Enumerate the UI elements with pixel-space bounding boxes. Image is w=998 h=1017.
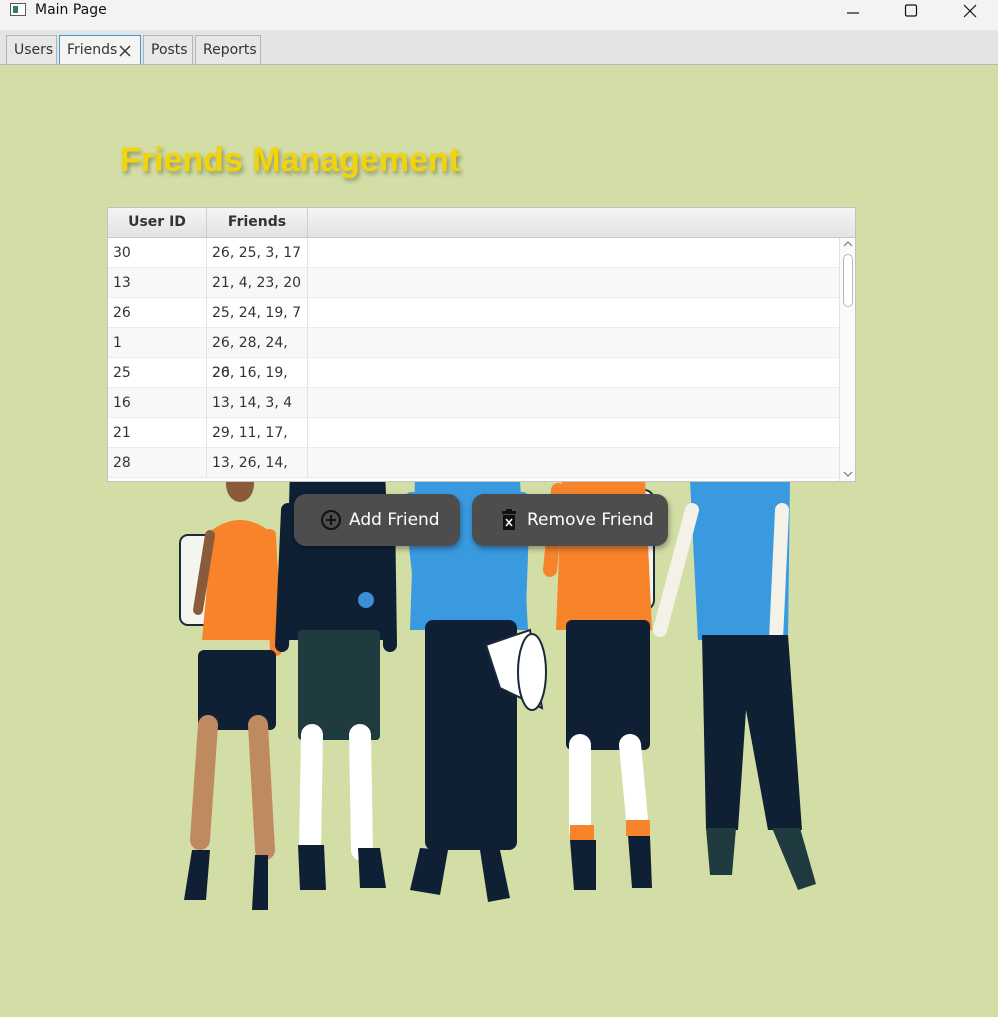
cell-friends: 13, 26, 14, 19 xyxy=(207,448,308,478)
person-figure xyxy=(653,480,816,890)
table-row[interactable]: 25 26, 16, 19, 10 xyxy=(108,358,839,411)
cell-friends: 26, 16, 19, 10 xyxy=(207,358,308,411)
cell-user-id: 26 xyxy=(108,298,207,328)
column-header-friends[interactable]: Friends xyxy=(207,208,308,237)
remove-friend-label: Remove Friend xyxy=(527,510,654,530)
table-row[interactable]: 30 26, 25, 3, 17 xyxy=(108,238,839,268)
close-icon xyxy=(963,4,977,18)
table-row[interactable]: 21 29, 11, 17, 22 xyxy=(108,418,839,471)
friends-table: User ID Friends 30 26, 25, 3, 17 13 21, … xyxy=(107,207,856,482)
table-row[interactable]: 16 13, 14, 3, 4 xyxy=(108,388,839,418)
cell-user-id: 28 xyxy=(108,448,207,478)
tab-reports[interactable]: Reports xyxy=(195,35,261,64)
app-icon xyxy=(10,3,26,16)
chevron-down-icon[interactable] xyxy=(843,470,853,478)
cell-user-id: 13 xyxy=(108,268,207,298)
tab-label: Users xyxy=(14,42,54,58)
cell-user-id: 30 xyxy=(108,238,207,268)
cell-user-id: 1 xyxy=(108,328,207,358)
maximize-button[interactable] xyxy=(888,0,934,30)
person-figure xyxy=(179,470,282,910)
tab-close-icon[interactable] xyxy=(119,45,131,57)
cell-friends: 26, 25, 3, 17 xyxy=(207,238,308,268)
plus-circle-icon xyxy=(321,510,341,530)
table-row[interactable]: 13 21, 4, 23, 20 xyxy=(108,268,839,298)
tab-friends[interactable]: Friends xyxy=(59,35,141,64)
tab-posts[interactable]: Posts xyxy=(143,35,193,64)
cell-friends: 21, 4, 23, 20 xyxy=(207,268,308,298)
cell-friends: 25, 24, 19, 7 xyxy=(207,298,308,328)
remove-friend-button[interactable]: Remove Friend xyxy=(472,494,668,546)
minimize-button[interactable] xyxy=(830,0,876,30)
cell-friends: 29, 11, 17, 22 xyxy=(207,418,308,471)
cell-user-id: 25 xyxy=(108,358,207,388)
tab-bar: Users Friends Posts Reports xyxy=(0,30,998,65)
tab-label: Posts xyxy=(151,42,188,58)
cell-friends: 13, 14, 3, 4 xyxy=(207,388,308,418)
cell-user-id: 16 xyxy=(108,388,207,418)
cell-friends: 26, 28, 24, 20 xyxy=(207,328,308,381)
page-title: Friends Management xyxy=(120,141,461,179)
table-vertical-scrollbar[interactable] xyxy=(839,238,855,481)
add-friend-label: Add Friend xyxy=(349,510,440,530)
maximize-icon xyxy=(904,4,918,17)
table-header: User ID Friends xyxy=(108,208,855,238)
scrollbar-thumb[interactable] xyxy=(843,254,853,307)
table-body: 30 26, 25, 3, 17 13 21, 4, 23, 20 26 25,… xyxy=(108,238,839,478)
column-header-user-id[interactable]: User ID xyxy=(108,208,207,237)
tab-label: Friends xyxy=(67,42,118,58)
trash-icon xyxy=(502,509,516,530)
tab-label: Reports xyxy=(203,42,257,58)
add-friend-button[interactable]: Add Friend xyxy=(294,494,460,546)
window-titlebar: Main Page xyxy=(0,0,998,30)
table-row[interactable]: 1 26, 28, 24, 20 xyxy=(108,328,839,381)
table-row[interactable]: 26 25, 24, 19, 7 xyxy=(108,298,839,328)
tab-users[interactable]: Users xyxy=(6,35,57,64)
close-window-button[interactable] xyxy=(946,0,992,30)
chevron-up-icon[interactable] xyxy=(843,240,853,248)
window-title: Main Page xyxy=(35,2,107,18)
cell-user-id: 21 xyxy=(108,418,207,448)
table-row[interactable]: 28 13, 26, 14, 19 xyxy=(108,448,839,478)
minimize-icon xyxy=(847,12,859,14)
